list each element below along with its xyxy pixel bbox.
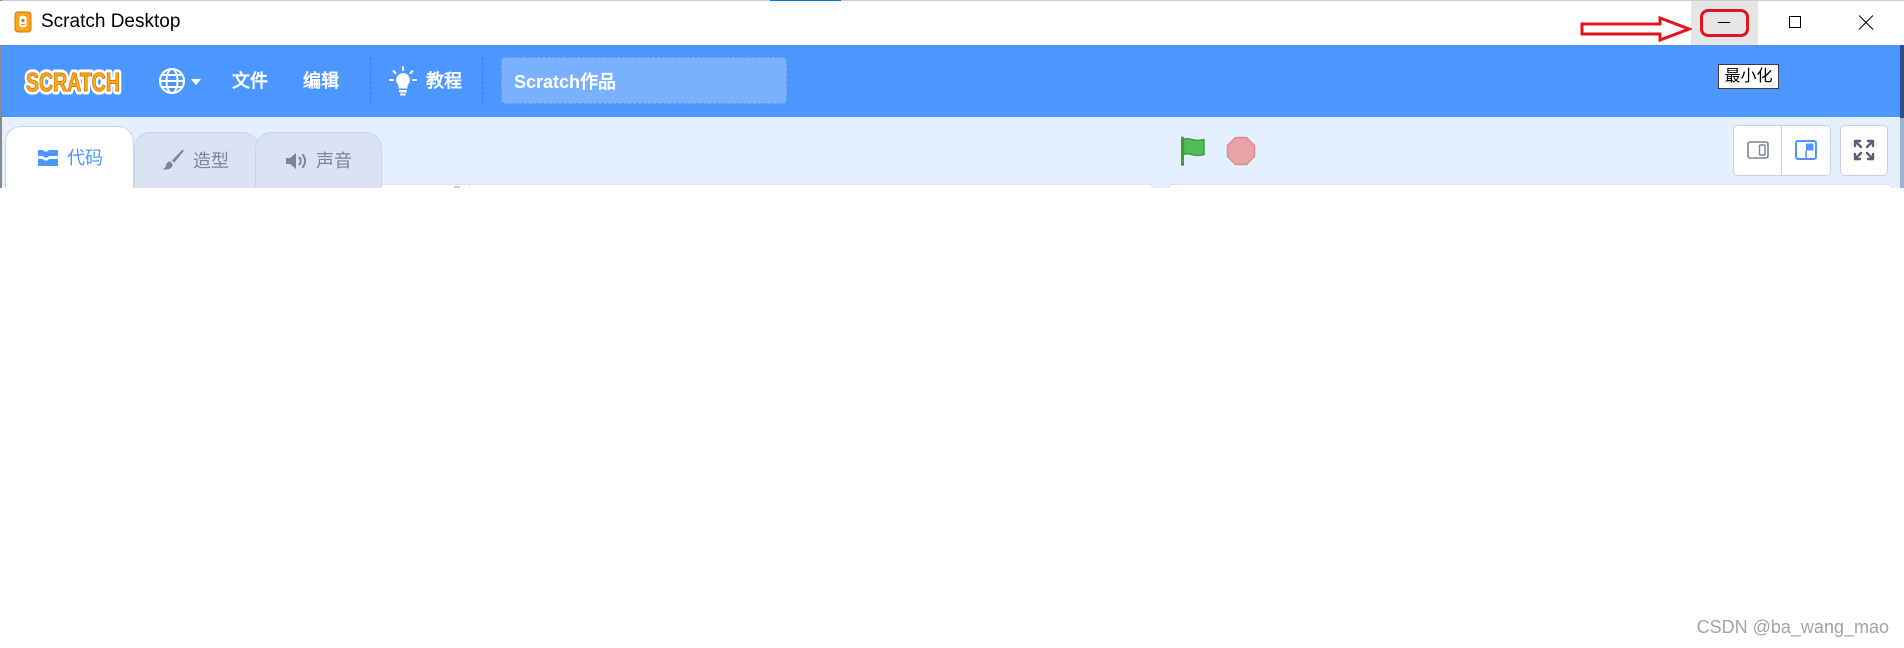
- menu-divider: [370, 57, 371, 104]
- close-icon: [1857, 14, 1875, 32]
- window-title: Scratch Desktop: [41, 11, 181, 32]
- brush-icon: [161, 148, 185, 172]
- fullscreen-icon: [1853, 139, 1875, 161]
- tab-code-label: 代码: [67, 148, 103, 168]
- green-flag-icon: [1181, 136, 1205, 166]
- tab-code[interactable]: 代码: [5, 126, 134, 188]
- logo-text: SCRATCH: [26, 67, 120, 97]
- tab-costumes-label: 造型: [193, 151, 229, 171]
- tutorials-button[interactable]: 教程: [380, 59, 480, 103]
- project-title-input[interactable]: [501, 57, 787, 104]
- file-menu[interactable]: 文件: [224, 59, 276, 103]
- red-arrow-annotation: [1580, 16, 1692, 42]
- tab-costumes[interactable]: 造型: [134, 132, 259, 188]
- code-icon: [36, 149, 60, 167]
- scratch-desktop-icon: [14, 11, 32, 33]
- maximize-icon: [1789, 16, 1801, 28]
- maximize-button[interactable]: [1766, 1, 1824, 45]
- code-workspace[interactable]: [469, 184, 1153, 188]
- stop-icon: [1226, 136, 1256, 166]
- edit-menu[interactable]: 编辑: [295, 59, 347, 103]
- red-highlight-box: [1700, 9, 1749, 37]
- palette-scrollbar[interactable]: [454, 186, 460, 188]
- background-window-edge-lower: [1900, 118, 1904, 188]
- green-flag-button[interactable]: [1178, 136, 1208, 166]
- close-button[interactable]: [1836, 1, 1894, 45]
- menu-bar: SCRATCH SCRATCH 文件 编辑 教程 Scratch作品: [2, 45, 1900, 117]
- tab-sounds[interactable]: 声音: [255, 132, 382, 188]
- menu-divider: [482, 57, 483, 104]
- stage-panel[interactable]: [1168, 184, 1892, 188]
- globe-icon: [157, 66, 187, 96]
- lightbulb-icon: [389, 66, 417, 96]
- speaker-icon: [284, 150, 310, 172]
- normal-stage-icon: [1795, 140, 1817, 160]
- small-stage-icon: [1747, 141, 1769, 159]
- small-stage-button[interactable]: [1734, 126, 1782, 175]
- watermark: CSDN @ba_wang_mao: [1696, 617, 1889, 637]
- minimize-tooltip: 最小化: [1718, 64, 1779, 89]
- tutorials-label: 教程: [426, 71, 462, 91]
- stage-size-toggle: [1733, 125, 1831, 176]
- editor-header: 代码 造型 声音: [2, 117, 1900, 188]
- tab-sounds-label: 声音: [316, 151, 352, 171]
- scratch-logo[interactable]: SCRATCH SCRATCH: [22, 60, 124, 102]
- language-menu-button[interactable]: [152, 59, 208, 103]
- caret-down-icon: [191, 79, 201, 85]
- stop-button[interactable]: [1226, 136, 1256, 166]
- background-window-edge: [1900, 45, 1904, 118]
- fullscreen-button[interactable]: [1840, 125, 1888, 176]
- normal-stage-button[interactable]: [1782, 126, 1830, 175]
